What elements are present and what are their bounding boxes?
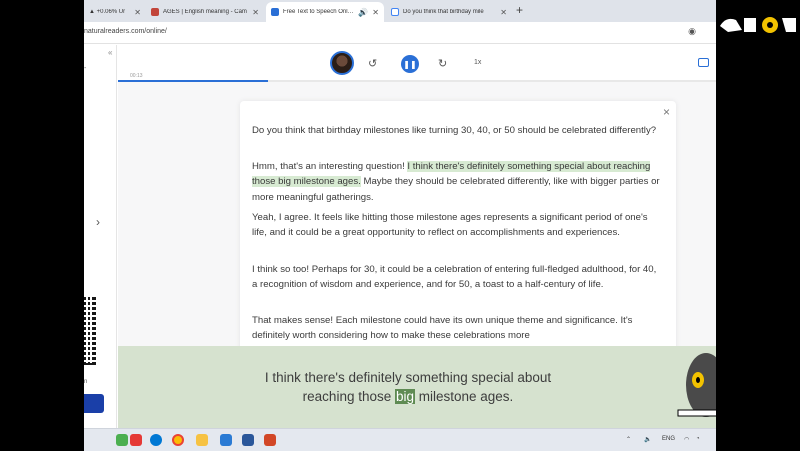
speaker-icon[interactable]: 🔈 [644, 436, 651, 443]
pause-button[interactable]: ❚❚ [401, 55, 419, 73]
paragraph-text: I think so too! Perhaps for 30, it could… [252, 264, 657, 291]
tab-label: Free Text to Speech Online [283, 9, 355, 15]
caption-line: reaching those [302, 389, 395, 404]
sidebar: « - › n [84, 45, 117, 428]
naturalreaders-icon [271, 8, 279, 16]
speed-button[interactable]: 1x [474, 59, 481, 66]
logo-reel-hub [767, 22, 773, 28]
speaker-icon: 🔊 [358, 7, 369, 17]
app-icon[interactable] [130, 434, 142, 446]
tab-label: AGES | English meaning - Cam [163, 9, 247, 15]
player-bar: 00:13 ↺ ❚❚ ↻ 1x [118, 45, 716, 82]
mascot-stand [677, 409, 716, 417]
tab-label: Do you think that birthday mile [403, 9, 484, 15]
mascot-graphic [677, 353, 716, 417]
screen: ▲ +0.06% Ur ✕ AGES | English meaning - C… [84, 0, 716, 451]
paragraph-4[interactable]: I think so too! Perhaps for 30, it could… [252, 262, 664, 293]
cambridge-icon [151, 8, 159, 16]
tab-stock[interactable]: ▲ +0.06% Ur ✕ [84, 2, 146, 22]
taskbar: ⌃ 🔈 ENG ◠ ◔ [84, 428, 716, 451]
caption-band: I think there's definitely something spe… [118, 346, 716, 428]
wifi-icon[interactable]: ◠ [684, 436, 689, 443]
channel-logo [720, 17, 796, 33]
tab-cambridge[interactable]: AGES | English meaning - Cam ✕ [146, 2, 264, 22]
tab-label: ▲ +0.06% Ur [89, 9, 126, 15]
paragraph-text: Hmm, that's an interesting question! [252, 161, 408, 172]
google-icon [391, 8, 399, 16]
collapse-icon[interactable]: « [108, 48, 112, 57]
chevron-right-icon[interactable]: › [96, 215, 100, 229]
browser-tab-bar: ▲ +0.06% Ur ✕ AGES | English meaning - C… [84, 0, 716, 22]
tab-naturalreaders[interactable]: Free Text to Speech Online 🔊 ✕ [266, 2, 384, 22]
paragraph-1[interactable]: Do you think that birthday milestones li… [252, 123, 664, 138]
paragraph-2[interactable]: Hmm, that's an interesting question! I t… [252, 159, 664, 205]
folder-icon[interactable] [196, 434, 208, 446]
tab-google-search[interactable]: Do you think that birthday mile ✕ [386, 2, 512, 22]
volume-icon[interactable]: ◔ [696, 436, 700, 442]
close-icon[interactable]: ✕ [134, 8, 141, 17]
paragraph-text: Yeah, I agree. It feels like hitting tho… [252, 212, 648, 239]
panel-icon[interactable] [698, 58, 709, 67]
close-icon[interactable]: ✕ [252, 8, 259, 17]
pause-icon: ❚❚ [403, 59, 417, 69]
sidebar-dash: - [84, 65, 87, 72]
new-tab-button[interactable]: + [516, 3, 523, 17]
edge-icon[interactable] [150, 434, 162, 446]
caption-line: milestone ages. [415, 389, 514, 404]
right-border-strip [716, 0, 800, 451]
logo-stroke [782, 18, 796, 32]
mascot-pupil [696, 377, 700, 383]
word-icon[interactable] [242, 434, 254, 446]
paragraph-text: That makes sense! Each milestone could h… [252, 315, 633, 342]
profile-icon[interactable]: ◉ [688, 26, 696, 37]
caption-text: I think there's definitely something spe… [238, 368, 578, 406]
chrome-icon[interactable] [172, 434, 184, 446]
rewind-icon[interactable]: ↺ [368, 57, 377, 70]
chevron-up-icon[interactable]: ⌃ [626, 436, 631, 443]
close-icon[interactable]: ✕ [500, 8, 507, 17]
close-icon[interactable]: × [663, 105, 670, 119]
paragraph-5[interactable]: That makes sense! Each milestone could h… [252, 313, 664, 344]
url-input[interactable]: naturalreaders.com/online/ [84, 28, 167, 35]
text-card: × Do you think that birthday milestones … [240, 101, 676, 361]
mail-icon[interactable] [220, 434, 232, 446]
logo-stroke [744, 18, 756, 32]
sidebar-cta-button[interactable] [84, 394, 104, 413]
current-word: big [394, 389, 415, 404]
app-icon[interactable] [116, 434, 128, 446]
forward-icon[interactable]: ↻ [438, 57, 447, 70]
language-indicator[interactable]: ENG [662, 436, 675, 442]
address-bar: naturalreaders.com/online/ ◉ [84, 22, 716, 44]
voice-avatar[interactable] [330, 51, 354, 75]
sidebar-small-text: n [84, 379, 88, 385]
progress-time: 00:13 [130, 73, 143, 79]
caption-line: I think there's definitely something spe… [264, 370, 552, 385]
powerpoint-icon[interactable] [264, 434, 276, 446]
paragraph-3[interactable]: Yeah, I agree. It feels like hitting tho… [252, 210, 664, 241]
paragraph-text: Do you think that birthday milestones li… [252, 125, 657, 136]
close-icon[interactable]: ✕ [372, 8, 379, 17]
logo-stroke [720, 18, 742, 32]
qr-code-pattern [86, 297, 94, 363]
